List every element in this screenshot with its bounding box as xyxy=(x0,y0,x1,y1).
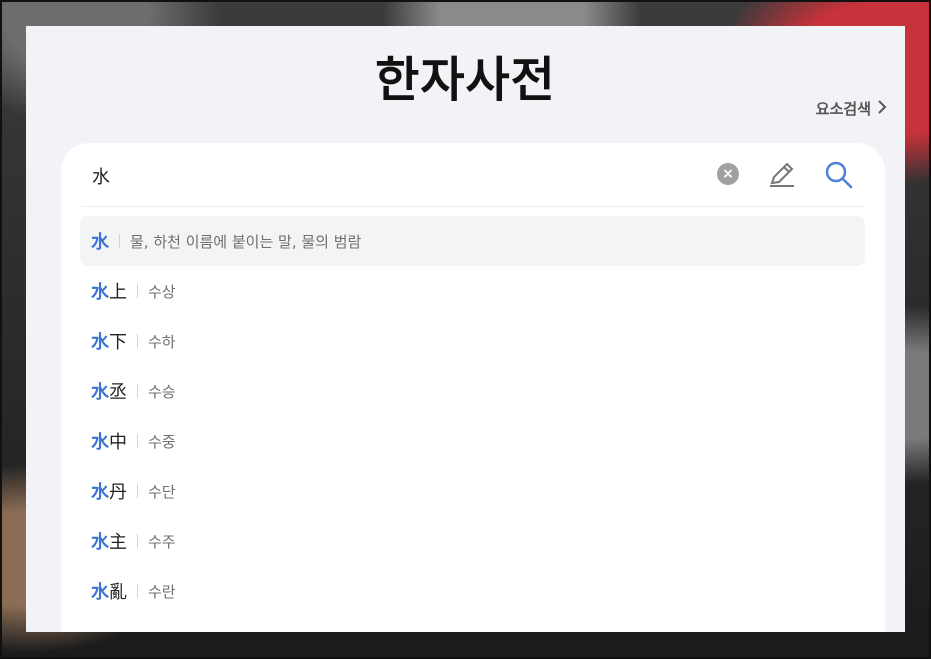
reading-text: 수란 xyxy=(148,582,176,601)
search-input[interactable] xyxy=(90,163,654,189)
list-item[interactable]: 水 물, 하천 이름에 붙이는 말, 물의 범람 xyxy=(80,216,865,266)
page-title: 한자사전 xyxy=(375,52,556,108)
pen-icon[interactable] xyxy=(766,159,798,191)
item-separator xyxy=(137,484,138,498)
item-separator xyxy=(119,234,120,248)
hanja-word: 水中 xyxy=(91,432,127,453)
reading-text: 수단 xyxy=(148,482,176,501)
reading-text: 수중 xyxy=(148,432,176,451)
chevron-right-icon xyxy=(877,99,887,119)
autocomplete-list: 水 물, 하천 이름에 붙이는 말, 물의 범람 水上 수상 水下 수하 水丞 … xyxy=(80,216,865,616)
hanja-word: 水下 xyxy=(91,332,127,353)
search-card: × 水 물, 하천 이름에 붙이는 말, 물의 범람 xyxy=(61,143,885,632)
item-separator xyxy=(137,284,138,298)
hanja-word: 水丞 xyxy=(91,382,127,403)
item-separator xyxy=(137,384,138,398)
element-search-label: 요소검색 xyxy=(815,100,871,118)
hanja-word: 水亂 xyxy=(91,582,127,603)
search-icon[interactable] xyxy=(823,159,855,191)
reading-text: 물, 하천 이름에 붙이는 말, 물의 범람 xyxy=(130,232,362,251)
search-bar: × xyxy=(61,143,885,206)
search-divider xyxy=(81,206,865,207)
list-item[interactable]: 水丹 수단 xyxy=(80,466,865,516)
list-item[interactable]: 水丞 수승 xyxy=(80,366,865,416)
item-separator xyxy=(137,434,138,448)
list-item[interactable]: 水主 수주 xyxy=(80,516,865,566)
list-item[interactable]: 水下 수하 xyxy=(80,316,865,366)
item-separator xyxy=(137,534,138,548)
hanja-word: 水主 xyxy=(91,532,127,553)
hanja-word: 水丹 xyxy=(91,482,127,503)
item-separator xyxy=(137,584,138,598)
reading-text: 수상 xyxy=(148,282,176,301)
list-item[interactable]: 水中 수중 xyxy=(80,416,865,466)
reading-text: 수승 xyxy=(148,382,176,401)
reading-text: 수주 xyxy=(148,532,176,551)
reading-text: 수하 xyxy=(148,332,176,351)
hanja-word: 水 xyxy=(91,232,109,253)
list-item[interactable]: 水上 수상 xyxy=(80,266,865,316)
element-search-link[interactable]: 요소검색 xyxy=(816,98,887,119)
hanja-dictionary-panel: 한자사전 요소검색 × xyxy=(26,26,905,632)
x-circle-icon[interactable]: × xyxy=(717,163,739,185)
list-item[interactable]: 水亂 수란 xyxy=(80,566,865,616)
hanja-word: 水上 xyxy=(91,282,127,303)
item-separator xyxy=(137,334,138,348)
